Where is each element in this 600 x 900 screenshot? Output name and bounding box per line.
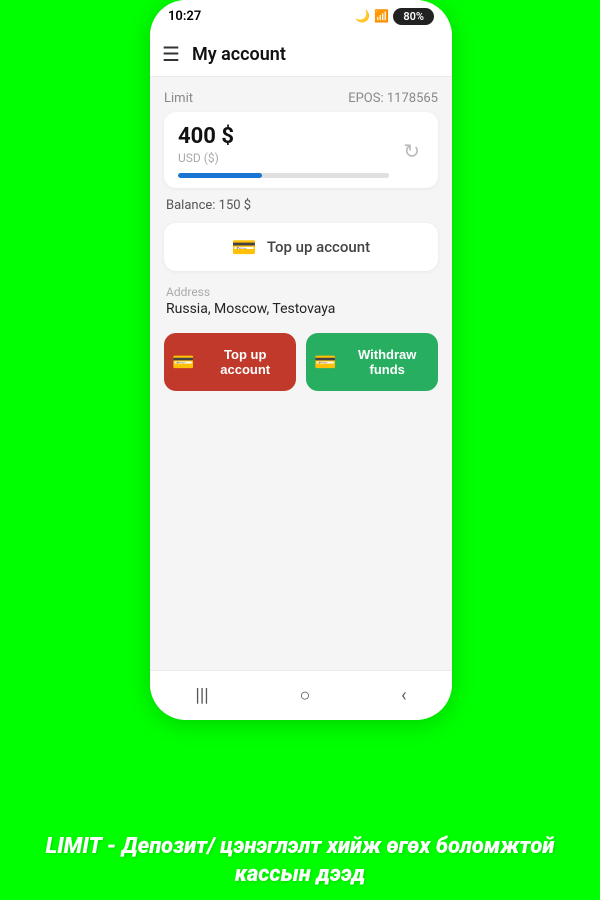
refresh-button[interactable]: ↻ [399,135,424,168]
page-title: My account [192,44,286,65]
address-label: Address [164,285,438,299]
address-section: Address Russia, Moscow, Testovaya [164,285,438,317]
menu-icon[interactable]: ☰ [162,42,180,66]
nav-recent-button[interactable]: ||| [177,679,226,712]
status-icons: 🌙 📶 80% [355,8,434,25]
withdraw-action-button[interactable]: 💳 Withdraw funds [306,333,438,391]
limit-progress-section: 400 $ USD ($) [178,124,399,178]
topup-action-icon: 💳 [172,352,194,373]
limit-progress-fill [178,173,262,178]
limit-label: Limit [164,91,193,106]
withdraw-action-label: Withdraw funds [344,347,430,377]
status-bar: 10:27 🌙 📶 80% [150,0,452,32]
topup-action-label: Top up account [202,347,288,377]
balance-row: Balance: 150 $ [164,198,438,213]
topup-action-button[interactable]: 💳 Top up account [164,333,296,391]
limit-card: 400 $ USD ($) ↻ [164,112,438,188]
limit-progress-bar [178,173,389,178]
address-value: Russia, Moscow, Testovaya [164,301,438,317]
moon-icon: 🌙 [355,9,370,23]
signal-icon: 📶 [374,9,389,23]
caption-area: LIMIT - Депозит/ цэнэглэлт хийж өгөх бол… [0,833,600,890]
battery-indicator: 80% [393,8,434,25]
topup-card-label: Top up account [267,238,370,256]
nav-home-button[interactable]: ○ [281,679,328,712]
bottom-nav: ||| ○ ‹ [150,670,452,720]
withdraw-action-icon: 💳 [314,352,336,373]
limit-currency: USD ($) [178,151,389,165]
limit-amount: 400 $ [178,124,389,149]
card-topup-icon: 💳 [232,235,257,259]
topup-card-button[interactable]: 💳 Top up account [164,223,438,271]
balance-text: Balance: 150 $ [166,198,251,213]
status-time: 10:27 [168,9,201,24]
action-buttons: 💳 Top up account 💳 Withdraw funds [164,333,438,391]
limit-epos-row: Limit EPOS: 1178565 [164,91,438,106]
nav-back-button[interactable]: ‹ [383,679,424,712]
epos-label: EPOS: 1178565 [348,91,438,106]
caption-text: LIMIT - Депозит/ цэнэглэлт хийж өгөх бол… [30,833,570,890]
app-header: ☰ My account [150,32,452,77]
phone-frame: 10:27 🌙 📶 80% ☰ My account Limit EPOS: 1… [150,0,452,720]
main-content: Limit EPOS: 1178565 400 $ USD ($) ↻ Bala… [150,77,452,391]
